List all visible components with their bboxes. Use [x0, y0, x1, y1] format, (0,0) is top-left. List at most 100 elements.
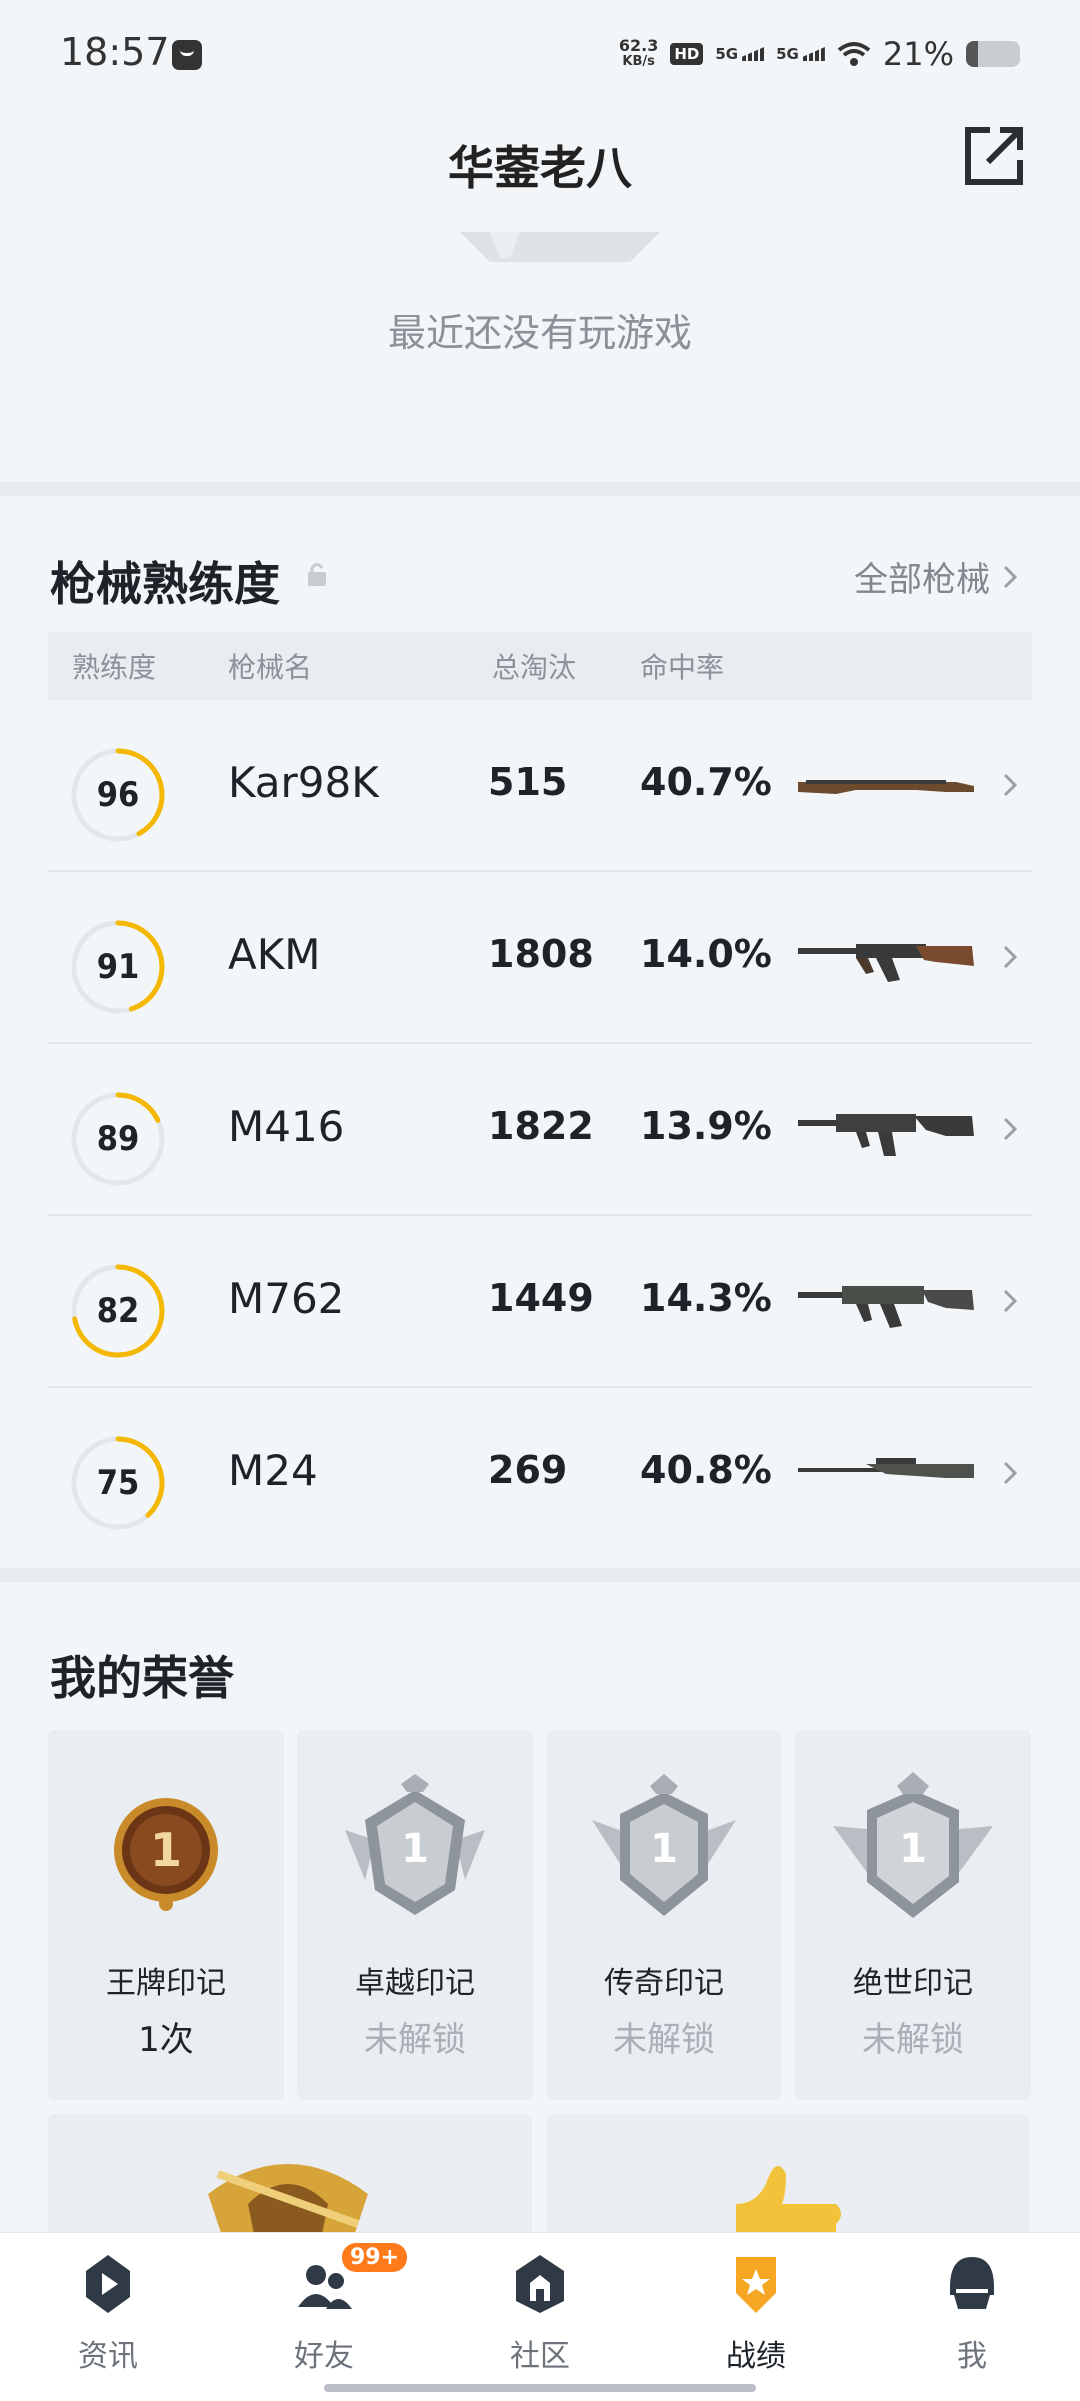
nav-item-community[interactable]: 社区: [460, 2251, 620, 2374]
legend-medal-icon: 1: [592, 1774, 736, 1916]
weapon-image: [798, 1114, 974, 1156]
profile-icon: [950, 2257, 994, 2309]
all-weapons-link[interactable]: 全部枪械: [854, 552, 1018, 601]
chevron-right-icon: [1003, 1117, 1018, 1141]
weapon-row[interactable]: 96 Kar98K 515 40.7%: [48, 700, 1032, 872]
empty-box-illustration: [460, 232, 660, 262]
empty-state-text: 最近还没有玩游戏: [387, 311, 692, 355]
chevron-right-icon: [1003, 1461, 1018, 1485]
notification-badge: 99+: [342, 2243, 408, 2272]
svg-text:1: 1: [150, 1823, 182, 1877]
weapon-kills: 1808: [488, 932, 594, 976]
excellent-medal-icon: 1: [345, 1774, 485, 1915]
lock-icon[interactable]: [306, 560, 328, 588]
nav-label: 社区: [510, 2339, 570, 2374]
nav-item-news[interactable]: 资讯: [28, 2251, 188, 2374]
weapon-name: M24: [228, 1446, 318, 1495]
message-notification-icon: [172, 40, 202, 70]
weapon-kills: 515: [488, 760, 568, 804]
nav-item-me[interactable]: 我: [892, 2251, 1052, 2374]
section-title: 枪械熟练度: [50, 557, 280, 611]
weapon-kills: 269: [488, 1448, 568, 1492]
svg-text:1: 1: [650, 1826, 678, 1872]
weapon-accuracy: 40.7%: [640, 760, 772, 804]
proficiency-level: 82: [96, 1291, 140, 1331]
weapon-image: [798, 780, 974, 794]
honor-card-ace[interactable]: 1 王牌印记 1次: [48, 1730, 284, 2100]
peerless-medal-icon: 1: [833, 1772, 993, 1918]
wifi-icon: [837, 42, 871, 66]
nav-label: 战绩: [726, 2339, 786, 2374]
weapon-row[interactable]: 75 M24 269 40.8%: [48, 1388, 1032, 1558]
weapon-name: M416: [228, 1102, 345, 1151]
honor-value: 未解锁: [364, 2020, 466, 2060]
ace-medal-icon: 1: [114, 1798, 218, 1911]
svg-text:1: 1: [401, 1826, 429, 1872]
section-divider: [0, 1568, 1080, 1582]
network-speed-value: 62.3: [618, 36, 659, 55]
weapon-image: [798, 1286, 974, 1328]
weapon-name: Kar98K: [228, 758, 379, 807]
page-header: 华蓥老八: [0, 112, 1080, 212]
all-weapons-label: 全部枪械: [854, 560, 990, 600]
col-proficiency: 熟练度: [72, 651, 157, 684]
proficiency-level: 75: [96, 1463, 140, 1503]
bottom-navigation: 资讯 99+ 好友 社区 战绩 我: [0, 2232, 1080, 2401]
weapon-proficiency-section: 枪械熟练度 全部枪械 熟练度 枪械名 总淘汰 命中率 96 Kar98K 515 40…: [0, 496, 1080, 1568]
share-icon[interactable]: [962, 124, 1026, 188]
proficiency-level: 91: [96, 947, 140, 987]
weapon-row[interactable]: 91 AKM 1808 14.0%: [48, 872, 1032, 1044]
col-accuracy: 命中率: [640, 651, 725, 684]
stats-icon: [736, 2257, 776, 2313]
hd-voice-icon: HD: [670, 43, 704, 65]
honor-name: 绝世印记: [853, 1966, 973, 2001]
col-total-kills: 总淘汰: [492, 651, 577, 684]
honor-card-peerless[interactable]: 1 绝世印记 未解锁: [795, 1730, 1031, 2100]
status-bar: 18:57 62.3 KB/s HD 5G 5G 21%: [0, 0, 1080, 112]
honor-card-excellent[interactable]: 1 卓越印记 未解锁: [297, 1730, 533, 2100]
honor-value: 未解锁: [613, 2020, 715, 2060]
weapon-name: AKM: [228, 930, 321, 979]
weapon-row[interactable]: 82 M762 1449 14.3%: [48, 1216, 1032, 1388]
nav-label: 资讯: [78, 2339, 138, 2374]
col-weapon-name: 枪械名: [228, 651, 313, 684]
chevron-right-icon: [1003, 773, 1018, 797]
signal-5g-icon-2: 5G: [776, 45, 825, 63]
weapon-name: M762: [228, 1274, 345, 1323]
network-speed: 62.3 KB/s: [619, 38, 658, 70]
weapon-table-header: 熟练度 枪械名 总淘汰 命中率: [48, 632, 1032, 700]
weapon-row[interactable]: 89 M416 1822 13.9%: [48, 1044, 1032, 1216]
nav-label: 我: [957, 2339, 987, 2374]
section-divider: [0, 482, 1080, 496]
weapon-accuracy: 40.8%: [640, 1448, 772, 1492]
battery-percent: 21%: [882, 35, 954, 73]
network-speed-unit: KB/s: [622, 54, 655, 69]
honor-value: 1次: [138, 2020, 194, 2060]
chevron-right-icon: [1003, 1289, 1018, 1313]
nav-item-stats[interactable]: 战绩: [676, 2251, 836, 2374]
community-icon: [516, 2255, 564, 2313]
status-icons: 62.3 KB/s HD 5G 5G 21%: [619, 34, 1020, 74]
nav-label: 好友: [294, 2339, 354, 2374]
weapon-image: [798, 1458, 974, 1478]
signal-5g-icon: 5G: [715, 45, 764, 63]
chevron-right-icon: [1003, 565, 1018, 588]
weapon-accuracy: 14.3%: [640, 1276, 772, 1320]
my-honors-section: 我的荣誉 1 王牌印记 1次 1 卓越印记 未解锁 1 传奇印记 未解锁 1 绝…: [0, 1582, 1080, 2254]
status-time: 18:57: [60, 30, 170, 74]
proficiency-level: 89: [96, 1119, 140, 1159]
weapon-accuracy: 14.0%: [640, 932, 772, 976]
honor-card-legend[interactable]: 1 传奇印记 未解锁: [546, 1730, 782, 2100]
chevron-right-icon: [1003, 945, 1018, 969]
page-title: 华蓥老八: [448, 141, 632, 195]
proficiency-level: 96: [96, 775, 140, 815]
honor-name: 王牌印记: [106, 1966, 226, 2001]
weapon-kills: 1822: [488, 1104, 594, 1148]
honor-name: 传奇印记: [604, 1966, 724, 2001]
honor-name: 卓越印记: [355, 1966, 475, 2001]
weapon-kills: 1449: [488, 1276, 594, 1320]
weapon-image: [798, 944, 974, 982]
weapon-accuracy: 13.9%: [640, 1104, 772, 1148]
home-indicator[interactable]: [324, 2384, 756, 2392]
nav-item-friends[interactable]: 99+ 好友: [244, 2243, 408, 2374]
